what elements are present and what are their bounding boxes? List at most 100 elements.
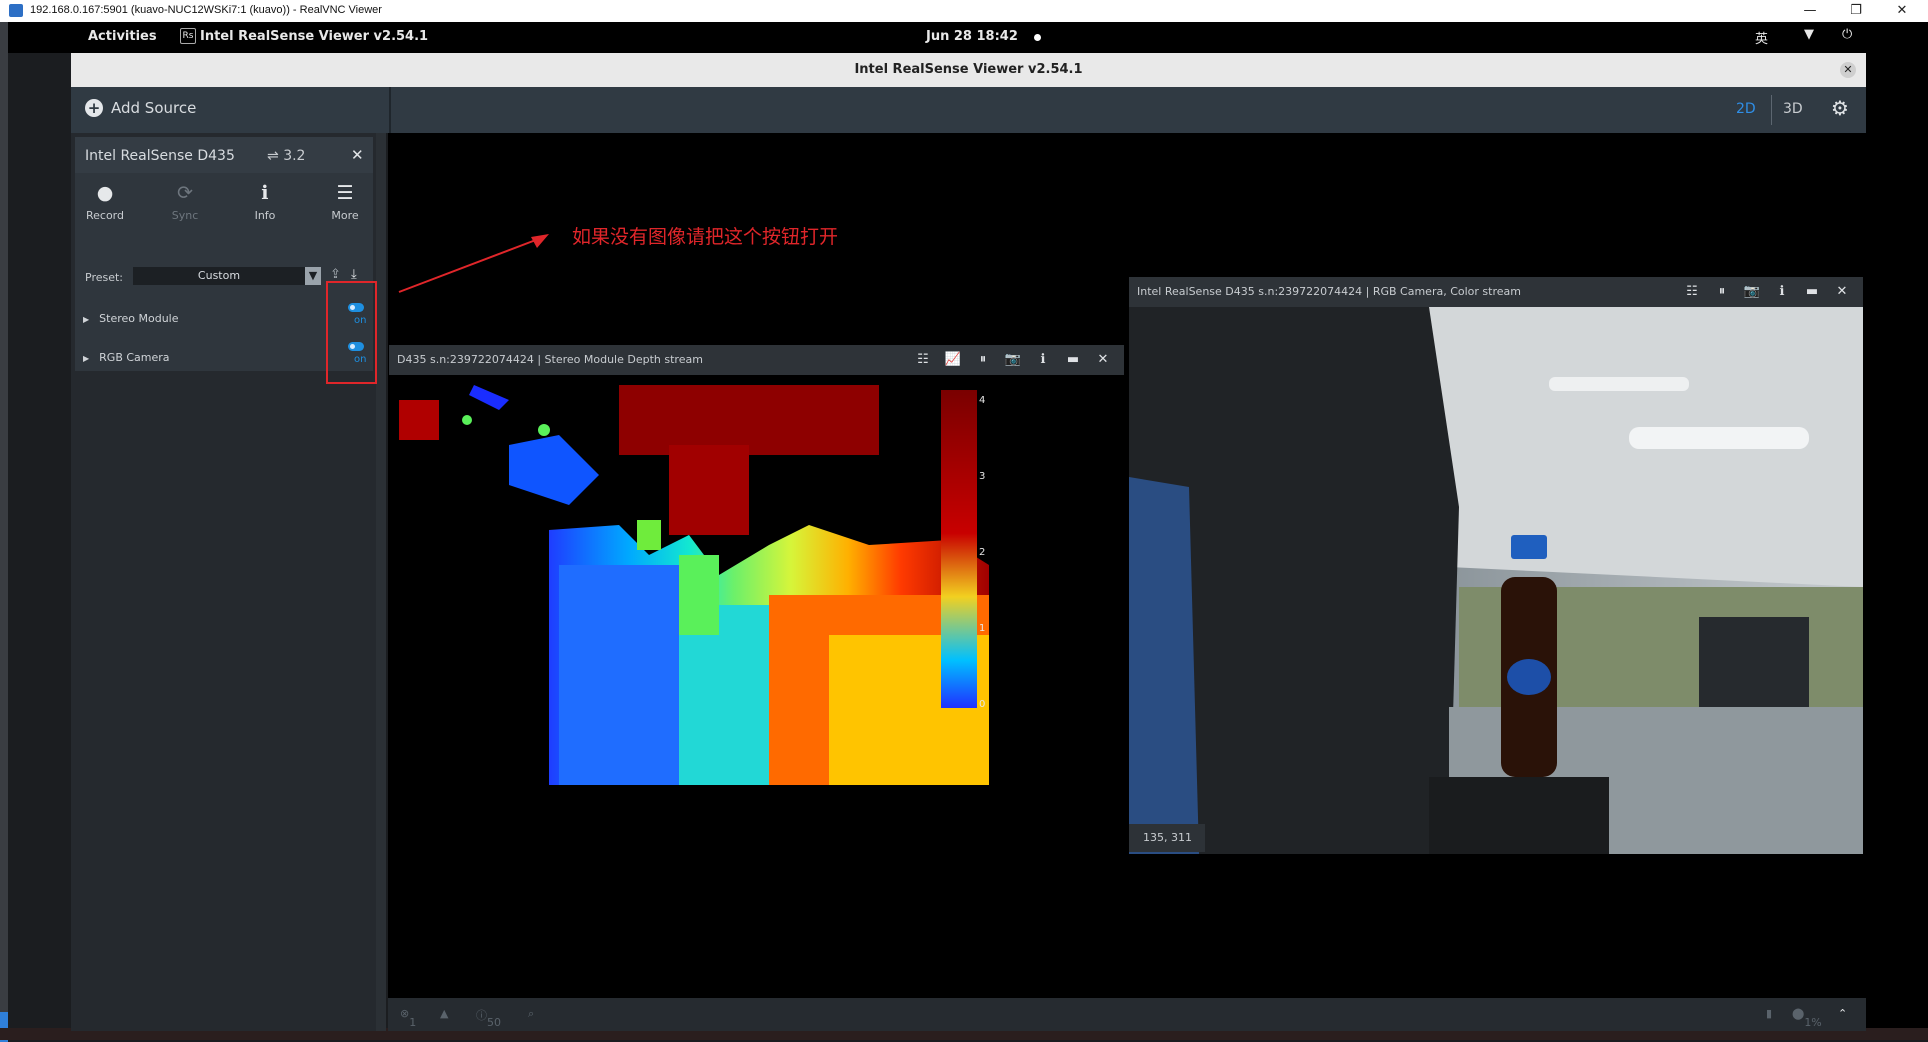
module-label: RGB Camera xyxy=(99,351,170,364)
app-window-title: Intel RealSense Viewer v2.54.1 xyxy=(854,62,1083,77)
wifi-icon[interactable]: ▼ xyxy=(1804,27,1814,42)
preset-dropdown-icon[interactable]: ▼ xyxy=(305,267,321,285)
app-close-button[interactable]: ✕ xyxy=(1840,62,1856,78)
error-count[interactable]: ⊗ 1 xyxy=(400,1007,416,1029)
host-left-strip xyxy=(0,22,8,1042)
depth-stream-image[interactable]: 4 3 2 1 0 xyxy=(389,375,1124,785)
pause-icon[interactable]: ⏸ xyxy=(1707,277,1737,307)
maximize-icon[interactable]: ▬ xyxy=(1797,277,1827,307)
depth-scale-bar xyxy=(941,390,977,708)
minimize-button[interactable]: — xyxy=(1790,1,1830,21)
list-icon[interactable]: ☷ xyxy=(908,345,938,375)
record-button[interactable]: ● Record xyxy=(75,181,135,222)
pause-icon[interactable]: ⏸ xyxy=(968,345,998,375)
info-icon[interactable]: ℹ xyxy=(1028,345,1058,375)
sync-icon: ⟳ xyxy=(177,182,193,204)
view-divider xyxy=(1771,95,1772,125)
depth-colormap: 4 3 2 1 0 xyxy=(389,375,1124,785)
rgb-stream-image[interactable] xyxy=(1129,307,1863,854)
expand-arrow-icon: ▶ xyxy=(83,354,90,363)
depth-stream-header: D435 s.n:239722074424 | Stereo Module De… xyxy=(389,345,1124,375)
vnc-window-title: 192.168.0.167:5901 (kuavo-NUC12WSKi7:1 (… xyxy=(30,4,382,16)
record-icon: ● xyxy=(96,182,114,204)
scale-label: 0 xyxy=(979,699,985,710)
pixel-coordinate-readout: 135, 311 xyxy=(1129,824,1205,852)
maximize-icon[interactable]: ▬ xyxy=(1058,345,1088,375)
rgb-stream-title: Intel RealSense D435 s.n:239722074424 | … xyxy=(1137,285,1521,298)
usb-version: 3.2 xyxy=(283,148,306,164)
power-icon[interactable]: ⏻ xyxy=(1842,27,1852,42)
module-label: Stereo Module xyxy=(99,312,179,325)
camera-icon[interactable]: 📷 xyxy=(1737,277,1767,307)
sidebar-scrollbar[interactable] xyxy=(376,133,386,1031)
rgb-stream-controls: ☷ ⏸ 📷 ℹ ▬ ✕ xyxy=(1677,277,1857,307)
rgb-camera-row[interactable]: ▶ RGB Camera xyxy=(83,351,170,364)
search-icon[interactable]: ⌕ xyxy=(528,1007,534,1021)
camera-icon[interactable]: 📷 xyxy=(998,345,1028,375)
scale-label: 4 xyxy=(979,395,985,406)
info-icon: ℹ xyxy=(261,182,269,204)
usb-info: ⇌ 3.2 xyxy=(267,148,305,164)
device-name: Intel RealSense D435 xyxy=(85,148,235,164)
scale-label: 2 xyxy=(979,547,985,558)
expand-arrow-icon: ▶ xyxy=(83,315,90,324)
vnc-app-icon xyxy=(9,4,23,17)
chart-icon[interactable]: 📈 xyxy=(938,345,968,375)
notification-dot-icon xyxy=(1034,34,1041,41)
add-source-button[interactable]: + Add Source xyxy=(85,99,196,117)
depth-stream-title: D435 s.n:239722074424 | Stereo Module De… xyxy=(397,353,703,366)
download-preset-icon[interactable]: ⤓ xyxy=(351,267,357,282)
warning-icon[interactable]: ▲ xyxy=(440,1007,448,1020)
close-icon[interactable]: ✕ xyxy=(1827,277,1857,307)
toolbar-divider xyxy=(389,87,391,133)
gear-icon[interactable]: ⚙ xyxy=(1831,96,1849,120)
vnc-title-bar: 192.168.0.167:5901 (kuavo-NUC12WSKi7:1 (… xyxy=(0,0,1928,22)
info-count[interactable]: ⓘ 50 xyxy=(476,1007,501,1029)
more-label: More xyxy=(331,209,359,222)
expand-log-icon[interactable]: ⌃ xyxy=(1838,1007,1847,1020)
info-count-value: 50 xyxy=(487,1016,501,1029)
upload-preset-icon[interactable]: ⇪ xyxy=(330,267,341,282)
gnome-top-bar: Activities Rs Intel RealSense Viewer v2.… xyxy=(8,22,1928,53)
hamburger-icon: ☰ xyxy=(336,182,354,204)
annotation-note: 如果没有图像请把这个按钮打开 xyxy=(572,226,839,248)
sync-button[interactable]: ⟳ Sync xyxy=(155,181,215,222)
usb-icon: ⇌ xyxy=(267,148,279,164)
host-right-area xyxy=(1866,22,1928,1028)
app-window-titlebar: Intel RealSense Viewer v2.54.1 ✕ xyxy=(71,53,1866,87)
toggle-highlight-box xyxy=(326,281,377,384)
preset-label: Preset: xyxy=(85,271,124,284)
depth-stream-controls: ☷ 📈 ⏸ 📷 ℹ ▬ ✕ xyxy=(908,345,1118,375)
app-menu[interactable]: Intel RealSense Viewer v2.54.1 xyxy=(200,29,428,44)
input-method-indicator[interactable]: 英 xyxy=(1755,28,1768,47)
realsense-app-icon: Rs xyxy=(180,28,196,44)
rgb-stream-header: Intel RealSense D435 s.n:239722074424 | … xyxy=(1129,277,1863,307)
scale-label: 1 xyxy=(979,623,985,634)
list-icon[interactable]: ☷ xyxy=(1677,277,1707,307)
info-icon[interactable]: ℹ xyxy=(1767,277,1797,307)
remove-device-button[interactable]: ✕ xyxy=(351,146,364,164)
add-source-label: Add Source xyxy=(111,99,197,117)
clock[interactable]: Jun 28 18:42 xyxy=(926,29,1018,44)
stereo-module-row[interactable]: ▶ Stereo Module xyxy=(83,312,179,325)
status-bar: ⊗ 1 ▲ ⓘ 50 ⌕ ▮ ⬤ 1% ⌃ xyxy=(388,998,1866,1031)
close-icon[interactable]: ✕ xyxy=(1088,345,1118,375)
cpu-usage: ⬤ 1% xyxy=(1792,1007,1822,1029)
sync-label: Sync xyxy=(171,209,199,222)
preset-select[interactable]: Custom xyxy=(133,267,305,285)
view-2d-button[interactable]: 2D xyxy=(1736,101,1756,117)
info-label: Info xyxy=(254,209,276,222)
view-3d-button[interactable]: 3D xyxy=(1783,101,1803,117)
error-count-value: 1 xyxy=(409,1016,417,1029)
add-icon: + xyxy=(85,99,103,117)
close-window-button[interactable]: ✕ xyxy=(1882,1,1922,21)
device-sidebar: Intel RealSense D435 ⇌ 3.2 ✕ ● Record ⟳ … xyxy=(71,133,377,1031)
device-header: Intel RealSense D435 ⇌ 3.2 ✕ xyxy=(75,137,373,173)
more-button[interactable]: ☰ More xyxy=(315,181,375,222)
cpu-usage-value: 1% xyxy=(1804,1016,1822,1029)
info-button[interactable]: ℹ Info xyxy=(235,181,295,222)
battery-icon: ▮ xyxy=(1766,1007,1773,1020)
activities-button[interactable]: Activities xyxy=(88,29,157,44)
restore-button[interactable]: ❐ xyxy=(1836,1,1876,21)
record-label: Record xyxy=(85,209,124,222)
